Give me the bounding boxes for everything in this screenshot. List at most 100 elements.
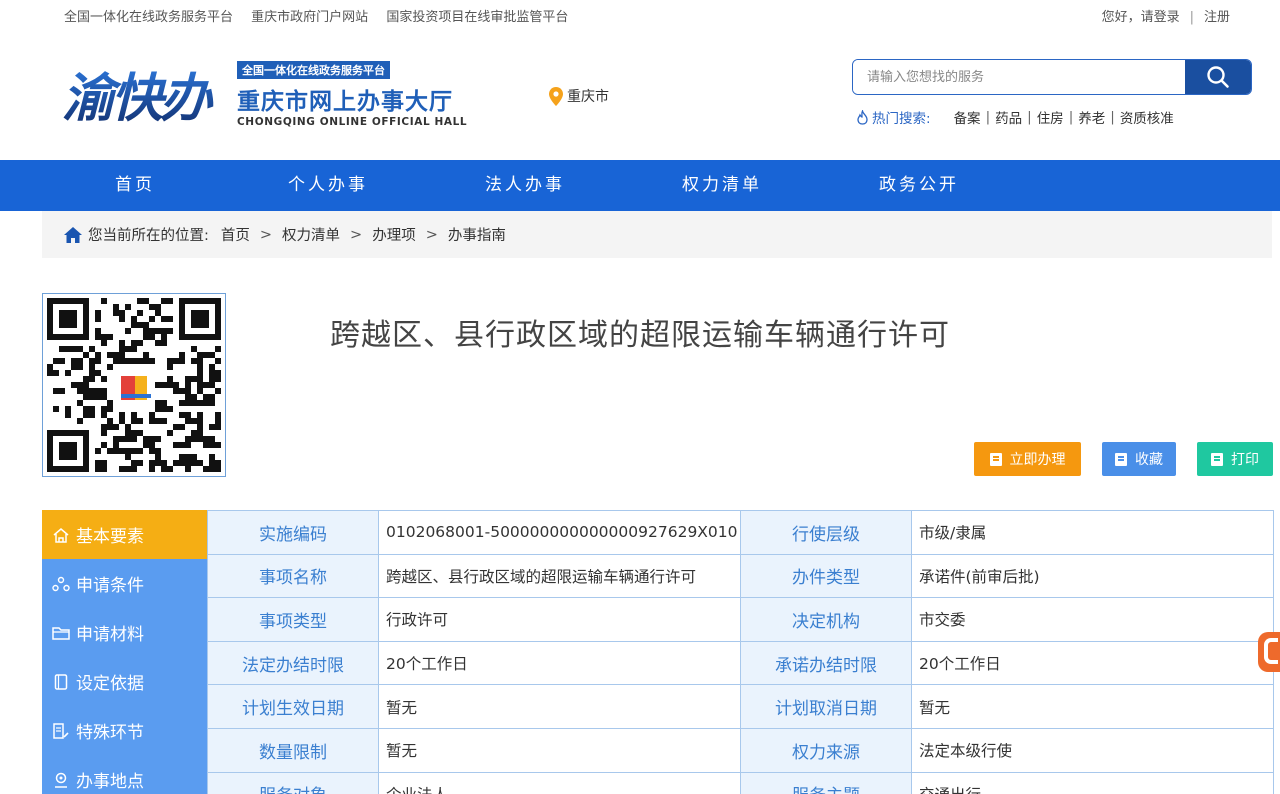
field-value: 20个工作日 xyxy=(378,640,741,686)
service-icon xyxy=(1264,638,1278,664)
clipboard-icon xyxy=(54,673,68,690)
breadcrumb: 您当前所在的位置: 首页 > 权力清单 > 办理项 > 办事指南 xyxy=(42,211,1272,258)
login-link[interactable]: 您好，请登录 xyxy=(1102,10,1180,25)
search-icon xyxy=(1207,66,1229,88)
document-icon xyxy=(989,452,1002,466)
nav-item-power-list[interactable]: 权力清单 xyxy=(682,160,762,211)
page-title: 跨越区、县行政区域的超限运输车辆通行许可 xyxy=(330,318,950,353)
top-links: 全国一体化在线政务服务平台 重庆市政府门户网站 国家投资项目在线审批监管平台 xyxy=(64,6,582,25)
table-row: 法定办结时限 20个工作日 承诺办结时限 20个工作日 xyxy=(207,640,1274,686)
register-link[interactable]: 注册 xyxy=(1204,10,1230,25)
flame-icon xyxy=(857,109,868,125)
field-value: 暂无 xyxy=(911,684,1274,729)
field-label: 承诺办结时限 xyxy=(740,640,912,686)
hot-keyword[interactable]: 养老 xyxy=(1078,107,1105,127)
sidebar-item-special-steps[interactable]: 特殊环节 xyxy=(42,706,207,755)
logo-tag: 全国一体化在线政务服务平台 xyxy=(237,61,390,79)
field-label: 计划取消日期 xyxy=(740,684,912,729)
field-value: 承诺件(前审后批) xyxy=(911,553,1274,599)
map-pin-icon xyxy=(55,772,67,788)
field-value: 市交委 xyxy=(911,597,1274,642)
field-label: 决定机构 xyxy=(740,597,912,642)
table-row: 服务对象企业法人服务主题交通出行 xyxy=(207,771,1274,794)
home-icon xyxy=(64,226,82,243)
field-label: 计划生效日期 xyxy=(207,684,379,729)
login-area: 您好，请登录 | 注册 xyxy=(1101,10,1230,25)
print-button[interactable]: 打印 xyxy=(1197,442,1273,476)
sidebar-item-legal-basis[interactable]: 设定依据 xyxy=(42,657,207,706)
breadcrumb-item-power-list[interactable]: 权力清单 xyxy=(282,224,340,245)
site-name-english: CHONGQING ONLINE OFFICIAL HALL xyxy=(237,116,468,128)
guide-sidebar: 基本要素 申请条件 申请材料 设定依据 特殊环节 办事地点 xyxy=(42,510,207,794)
field-label: 事项类型 xyxy=(207,597,379,642)
top-bar: 全国一体化在线政务服务平台 重庆市政府门户网站 国家投资项目在线审批监管平台 您… xyxy=(0,0,1280,30)
qr-code xyxy=(42,293,226,477)
home-outline-icon xyxy=(53,527,69,543)
breadcrumb-item-home[interactable]: 首页 xyxy=(221,224,250,245)
location-pin-icon xyxy=(549,86,563,106)
field-label: 实施编码 xyxy=(207,510,379,555)
breadcrumb-label: 您当前所在的位置: xyxy=(88,228,209,244)
top-link-national-platform[interactable]: 全国一体化在线政务服务平台 xyxy=(64,10,233,25)
table-row: 数量限制 暂无 权力来源 法定本级行使 xyxy=(207,727,1274,773)
search-input[interactable] xyxy=(853,60,1185,94)
hot-keyword[interactable]: 药品 xyxy=(995,107,1022,127)
field-value: 跨越区、县行政区域的超限运输车辆通行许可 xyxy=(378,553,741,599)
field-value: 交通出行 xyxy=(911,771,1274,794)
nav-item-legal-entity[interactable]: 法人办事 xyxy=(485,160,565,211)
site-name: 重庆市网上办事大厅 xyxy=(237,89,453,115)
hot-keyword[interactable]: 备案 xyxy=(954,107,981,127)
nav-item-gov-affairs[interactable]: 政务公开 xyxy=(879,160,959,211)
table-row: 计划生效日期 暂无 计划取消日期 暂无 xyxy=(207,684,1274,729)
location-selector[interactable]: 重庆市 xyxy=(549,86,609,106)
nav-item-personal[interactable]: 个人办事 xyxy=(288,160,368,211)
apply-now-button[interactable]: 立即办理 xyxy=(974,442,1081,476)
field-label: 办件类型 xyxy=(740,553,912,599)
field-value: 20个工作日 xyxy=(911,640,1274,686)
favorite-button[interactable]: 收藏 xyxy=(1102,442,1176,476)
table-row: 事项名称 跨越区、县行政区域的超限运输车辆通行许可 办件类型 承诺件(前审后批) xyxy=(207,553,1274,599)
field-value: 0102068001-500000000000000927629X010 xyxy=(378,510,741,555)
field-label: 数量限制 xyxy=(207,727,379,773)
logo-mark[interactable]: 渝快办 xyxy=(60,62,226,129)
floating-sidebar-tab[interactable] xyxy=(1258,632,1280,672)
top-link-investment-platform[interactable]: 国家投资项目在线审批监管平台 xyxy=(386,10,568,25)
field-label: 行使层级 xyxy=(740,510,912,555)
field-label: 权力来源 xyxy=(740,727,912,773)
hot-search: 热门搜索: 备案 | 药品 | 住房 | 养老 | 资质核准 xyxy=(856,107,1179,127)
breadcrumb-item-guide: 办事指南 xyxy=(447,228,506,244)
field-value: 市级/隶属 xyxy=(911,510,1274,555)
network-icon xyxy=(52,576,70,591)
main-nav: 首页 个人办事 法人办事 权力清单 政务公开 xyxy=(0,160,1280,211)
field-value: 暂无 xyxy=(378,684,741,729)
field-value: 暂无 xyxy=(378,727,741,773)
search-button[interactable] xyxy=(1185,60,1251,94)
sidebar-item-conditions[interactable]: 申请条件 xyxy=(42,559,207,608)
field-label: 法定办结时限 xyxy=(207,640,379,686)
top-link-gov-portal[interactable]: 重庆市政府门户网站 xyxy=(251,10,368,25)
field-value: 法定本级行使 xyxy=(911,727,1274,773)
field-label: 事项名称 xyxy=(207,553,379,599)
sidebar-item-basic-elements[interactable]: 基本要素 xyxy=(42,510,207,559)
hot-keyword[interactable]: 资质核准 xyxy=(1120,107,1174,127)
table-row: 实施编码 0102068001-500000000000000927629X010… xyxy=(207,510,1274,555)
table-row: 事项类型 行政许可 决定机构 市交委 xyxy=(207,597,1274,642)
logo-mark-text: 渝快办 xyxy=(62,69,214,124)
sidebar-item-materials[interactable]: 申请材料 xyxy=(42,608,207,657)
print-icon xyxy=(1211,452,1223,466)
basic-info-table: 实施编码 0102068001-500000000000000927629X010… xyxy=(207,510,1274,794)
field-label: 服务对象 xyxy=(207,771,379,794)
bookmark-icon xyxy=(1115,452,1127,466)
hot-keyword[interactable]: 住房 xyxy=(1037,107,1064,127)
location-label: 重庆市 xyxy=(567,89,609,105)
search-box xyxy=(852,59,1252,95)
hot-search-label: 热门搜索: xyxy=(872,111,931,127)
sidebar-item-location[interactable]: 办事地点 xyxy=(42,755,207,794)
folder-icon xyxy=(52,626,70,640)
field-value: 企业法人 xyxy=(378,771,741,794)
field-label: 服务主题 xyxy=(740,771,912,794)
edit-document-icon xyxy=(53,722,69,739)
breadcrumb-item-handling[interactable]: 办理项 xyxy=(372,224,416,245)
nav-item-home[interactable]: 首页 xyxy=(115,160,155,211)
field-value: 行政许可 xyxy=(378,597,741,642)
